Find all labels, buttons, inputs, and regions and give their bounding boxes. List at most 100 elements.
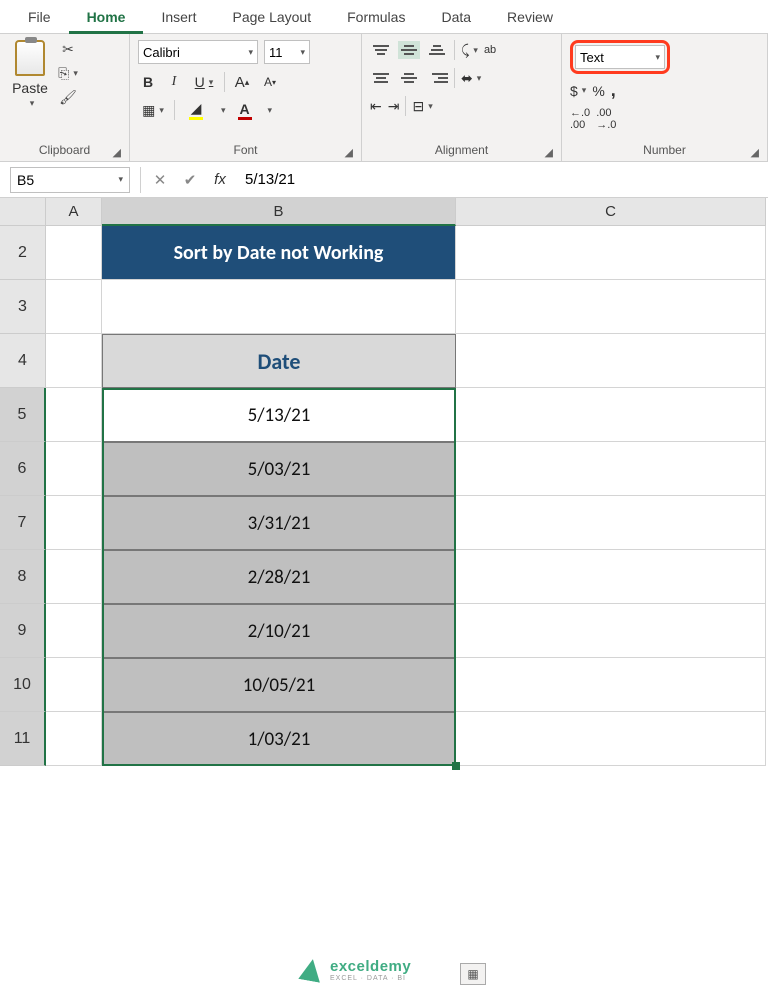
cell-c6[interactable] — [456, 442, 766, 496]
cell-b8[interactable]: 2/28/21 — [102, 550, 456, 604]
percent-button[interactable]: % — [592, 83, 604, 99]
underline-button[interactable]: U▾ — [190, 74, 218, 90]
decrease-indent-button[interactable]: ⇤ — [370, 98, 382, 115]
col-header-b[interactable]: B — [102, 198, 456, 226]
cell-b10[interactable]: 10/05/21 — [102, 658, 456, 712]
cut-button[interactable]: ✂ — [58, 40, 78, 58]
decrease-font-button[interactable]: A▾ — [259, 75, 281, 89]
orientation-button[interactable]: ⤹▾ — [461, 42, 478, 59]
number-format-select[interactable]: Text▾ — [575, 45, 665, 69]
bold-button[interactable]: B — [138, 74, 158, 90]
comma-button[interactable]: , — [611, 80, 616, 101]
font-size-select[interactable]: 11▾ — [264, 40, 310, 64]
cell-c8[interactable] — [456, 550, 766, 604]
worksheet-grid[interactable]: A B C 2 3 4 5 6 7 8 9 10 11 Sort by Date… — [0, 198, 768, 815]
cell-c3[interactable] — [456, 280, 766, 334]
increase-decimal-button[interactable]: ←.0.00 — [570, 107, 590, 131]
row-header-8[interactable]: 8 — [0, 550, 46, 604]
cancel-formula-button[interactable]: ✕ — [145, 171, 175, 189]
tab-page-layout[interactable]: Page Layout — [214, 0, 329, 34]
fill-color-button[interactable]: ◢ — [181, 100, 211, 120]
row-header-5[interactable]: 5 — [0, 388, 46, 442]
clipboard-dialog-launcher[interactable]: ◢ — [113, 146, 121, 159]
borders-button[interactable]: ▦▾ — [138, 102, 168, 119]
align-center-button[interactable] — [398, 69, 420, 87]
cell-b7[interactable]: 3/31/21 — [102, 496, 456, 550]
cell-b9[interactable]: 2/10/21 — [102, 604, 456, 658]
group-number-label: Number — [643, 143, 686, 157]
tab-review[interactable]: Review — [489, 0, 571, 34]
row-header-6[interactable]: 6 — [0, 442, 46, 496]
paste-button[interactable]: Paste ▾ — [8, 40, 52, 109]
italic-button[interactable]: I — [164, 74, 184, 90]
row-header-2[interactable]: 2 — [0, 226, 46, 280]
align-bottom-button[interactable] — [426, 41, 448, 59]
cell-a4[interactable] — [46, 334, 102, 388]
decrease-decimal-button[interactable]: .00→.0 — [596, 107, 616, 131]
row-header-11[interactable]: 11 — [0, 712, 46, 766]
cell-c5[interactable] — [456, 388, 766, 442]
number-format-highlight: Text▾ — [570, 40, 670, 74]
increase-font-button[interactable]: A▴ — [231, 74, 253, 91]
align-middle-button[interactable] — [398, 41, 420, 59]
merge-center-button[interactable]: ⊟▾ — [412, 98, 432, 115]
wrap-text-button[interactable]: ab — [484, 44, 496, 56]
copy-button[interactable]: ⎘▾ — [58, 64, 78, 82]
cell-a11[interactable] — [46, 712, 102, 766]
cell-c7[interactable] — [456, 496, 766, 550]
paste-options-button[interactable]: ▦ — [460, 963, 486, 985]
cell-c10[interactable] — [456, 658, 766, 712]
formula-input[interactable] — [235, 167, 768, 193]
cell-c9[interactable] — [456, 604, 766, 658]
cell-c11[interactable] — [456, 712, 766, 766]
align-top-button[interactable] — [370, 41, 392, 59]
font-name-select[interactable]: Calibri▾ — [138, 40, 258, 64]
currency-button[interactable]: $▾ — [570, 83, 586, 99]
cell-c4[interactable] — [456, 334, 766, 388]
cell-a9[interactable] — [46, 604, 102, 658]
row-header-7[interactable]: 7 — [0, 496, 46, 550]
align-right-button[interactable] — [426, 69, 448, 87]
cell-a7[interactable] — [46, 496, 102, 550]
row-header-9[interactable]: 9 — [0, 604, 46, 658]
row-header-4[interactable]: 4 — [0, 334, 46, 388]
fx-icon[interactable]: fx — [205, 171, 235, 188]
cell-a8[interactable] — [46, 550, 102, 604]
cell-a5[interactable] — [46, 388, 102, 442]
merge-button[interactable]: ⬌▾ — [461, 70, 481, 87]
cell-b2[interactable]: Sort by Date not Working — [102, 226, 456, 280]
name-box[interactable]: B5▾ — [10, 167, 130, 193]
col-header-a[interactable]: A — [46, 198, 102, 226]
cell-a3[interactable] — [46, 280, 102, 334]
col-header-c[interactable]: C — [456, 198, 766, 226]
format-painter-button[interactable]: 🖌 — [58, 88, 78, 106]
font-dialog-launcher[interactable]: ◢ — [345, 146, 353, 159]
tab-data[interactable]: Data — [423, 0, 489, 34]
cell-b11[interactable]: 1/03/21 — [102, 712, 456, 766]
cell-a6[interactable] — [46, 442, 102, 496]
font-color-button[interactable]: A — [232, 101, 258, 120]
cell-b4[interactable]: Date — [102, 334, 456, 388]
cell-b3[interactable] — [102, 280, 456, 334]
alignment-dialog-launcher[interactable]: ◢ — [545, 146, 553, 159]
cell-b5[interactable]: 5/13/21 — [102, 388, 456, 442]
align-left-button[interactable] — [370, 69, 392, 87]
accept-formula-button[interactable]: ✔ — [175, 171, 205, 189]
fill-handle[interactable] — [452, 762, 460, 770]
tab-insert[interactable]: Insert — [143, 0, 214, 34]
select-all-corner[interactable] — [0, 198, 46, 226]
tab-file[interactable]: File — [10, 0, 69, 34]
cell-c2[interactable] — [456, 226, 766, 280]
tab-formulas[interactable]: Formulas — [329, 0, 423, 34]
cell-a10[interactable] — [46, 658, 102, 712]
row-header-10[interactable]: 10 — [0, 658, 46, 712]
number-dialog-launcher[interactable]: ◢ — [751, 146, 759, 159]
group-font: Calibri▾ 11▾ B I U▾ A▴ A▾ ▦▾ ◢ ▾ — [130, 34, 362, 161]
row-header-3[interactable]: 3 — [0, 280, 46, 334]
cell-a2[interactable] — [46, 226, 102, 280]
clipboard-icon — [15, 40, 45, 76]
cell-b6[interactable]: 5/03/21 — [102, 442, 456, 496]
increase-indent-button[interactable]: ⇥ — [388, 98, 400, 115]
tab-home[interactable]: Home — [69, 0, 144, 34]
watermark: exceldemy EXCEL · DATA · BI — [300, 958, 411, 982]
